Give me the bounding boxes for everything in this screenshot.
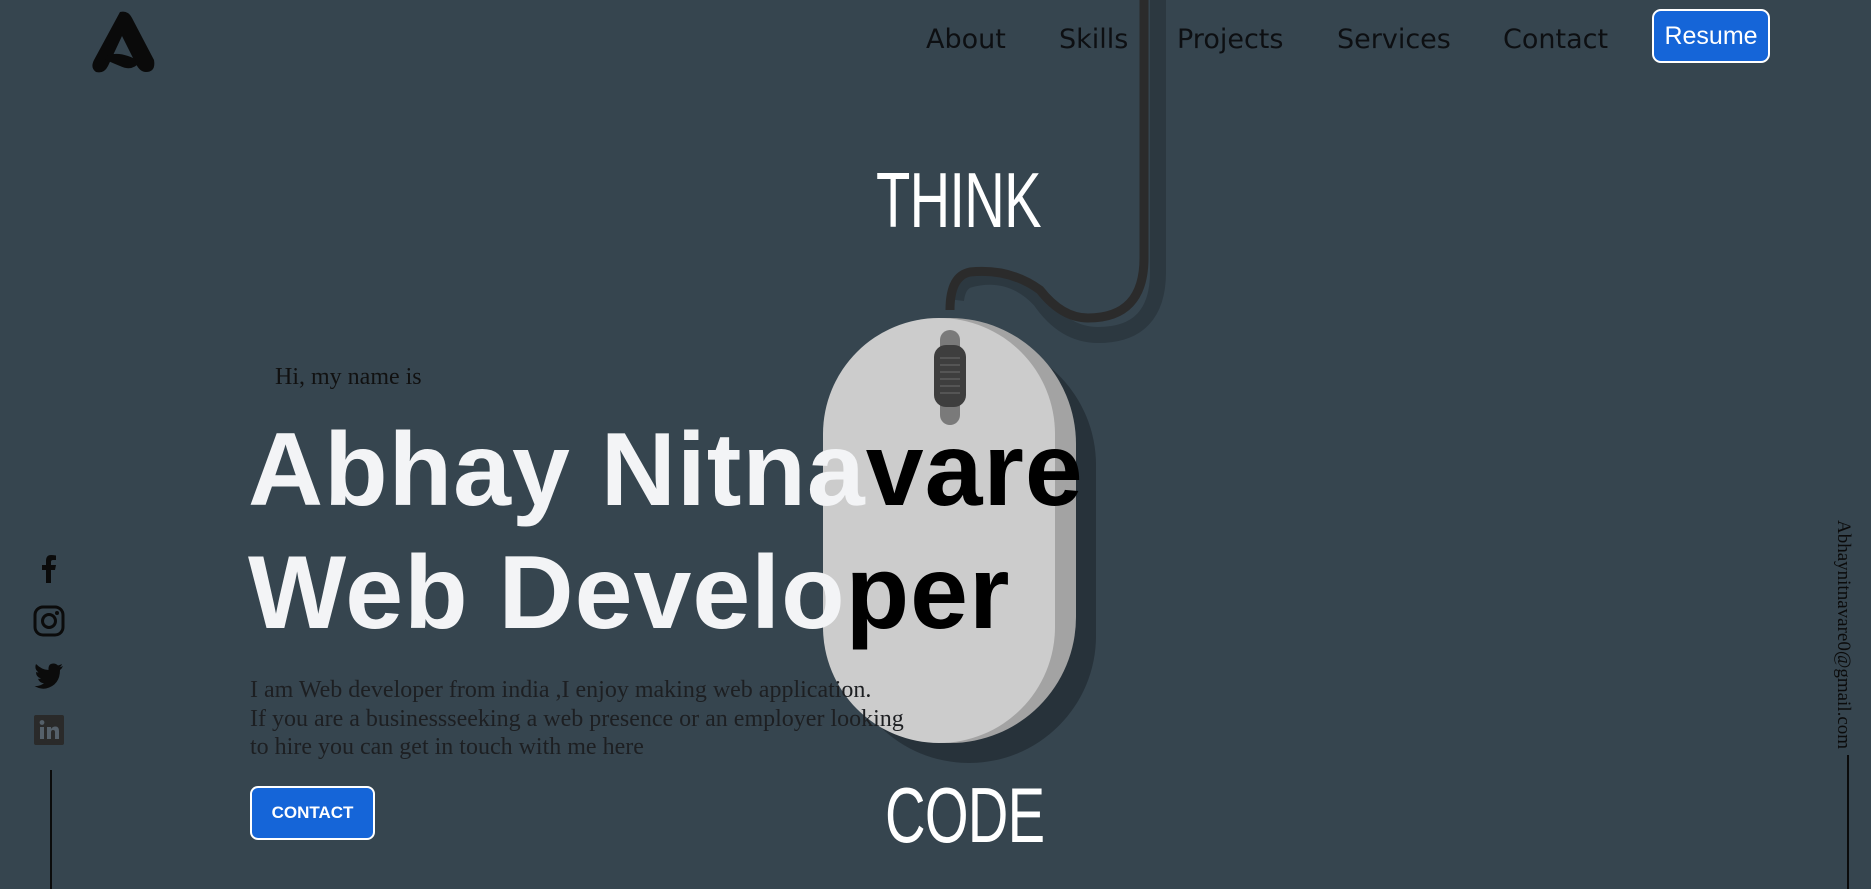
hero-name: Abhay Nitnavare: [248, 410, 1084, 530]
side-email[interactable]: Abhaynitnavare0@gmail.com: [1832, 520, 1854, 749]
hero-role: Web Developer: [248, 533, 1010, 653]
instagram-icon[interactable]: [32, 604, 66, 638]
main-nav: About Skills Projects Services Contact R…: [0, 0, 1871, 80]
resume-button[interactable]: Resume: [1652, 9, 1770, 63]
twitter-icon[interactable]: [32, 659, 66, 693]
contact-button[interactable]: CONTACT: [250, 786, 375, 840]
linkedin-icon[interactable]: [32, 713, 66, 747]
intro-line: I am Web developer from india ,I enjoy m…: [250, 677, 872, 703]
hero-role-dark: per: [845, 535, 1011, 651]
facebook-icon[interactable]: [32, 552, 66, 586]
hero-name-light: Abhay Nitna: [248, 412, 866, 528]
greeting-text: Hi, my name is: [275, 364, 422, 390]
intro-line: to hire you can get in touch with me her…: [250, 734, 644, 760]
hero-name-dark: vare: [865, 412, 1084, 528]
illustration-code-text: CODE: [885, 771, 1045, 859]
intro-paragraph: I am Web developer from india ,I enjoy m…: [250, 676, 950, 762]
nav-services[interactable]: Services: [1337, 20, 1451, 60]
nav-about[interactable]: About: [926, 20, 1006, 60]
right-divider-line: [1847, 755, 1849, 889]
nav-projects[interactable]: Projects: [1177, 20, 1283, 60]
nav-contact[interactable]: Contact: [1503, 20, 1608, 60]
nav-skills[interactable]: Skills: [1059, 20, 1128, 60]
illustration-think-text: THINK: [876, 156, 1042, 244]
intro-line: If you are a businessseeking a web prese…: [250, 705, 904, 732]
left-divider-line: [50, 770, 52, 889]
hero-role-light: Web Develo: [248, 535, 846, 651]
